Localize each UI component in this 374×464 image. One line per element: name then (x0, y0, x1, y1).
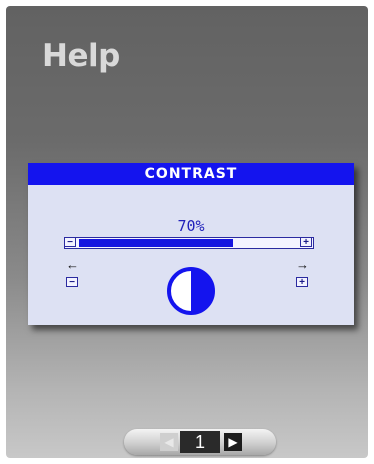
prev-page-icon[interactable]: ◀ (160, 433, 178, 451)
osd-header: CONTRAST (28, 163, 354, 185)
decrease-button[interactable]: − (66, 277, 78, 288)
slider-minus-icon[interactable]: − (64, 237, 76, 248)
osd-window: CONTRAST 70% − + ← − → + (28, 163, 354, 325)
slider-plus-icon[interactable]: + (300, 237, 312, 248)
right-arrow-icon: → (296, 257, 309, 272)
help-panel: Help CONTRAST 70% − + ← − → + ◀ 1 ▶ (6, 6, 368, 458)
next-page-icon[interactable]: ▶ (224, 433, 242, 451)
contrast-slider-fill (79, 239, 233, 247)
contrast-value: 70% (177, 217, 205, 235)
page-number: 1 (180, 431, 220, 453)
increase-button[interactable]: + (296, 277, 308, 288)
left-arrow-icon: ← (66, 257, 79, 272)
contrast-icon (166, 266, 216, 321)
window-frame: Help CONTRAST 70% − + ← − → + ◀ 1 ▶ (0, 0, 374, 464)
pager: ◀ 1 ▶ (124, 429, 276, 455)
page-title: Help (42, 38, 120, 74)
contrast-slider[interactable] (64, 237, 314, 249)
